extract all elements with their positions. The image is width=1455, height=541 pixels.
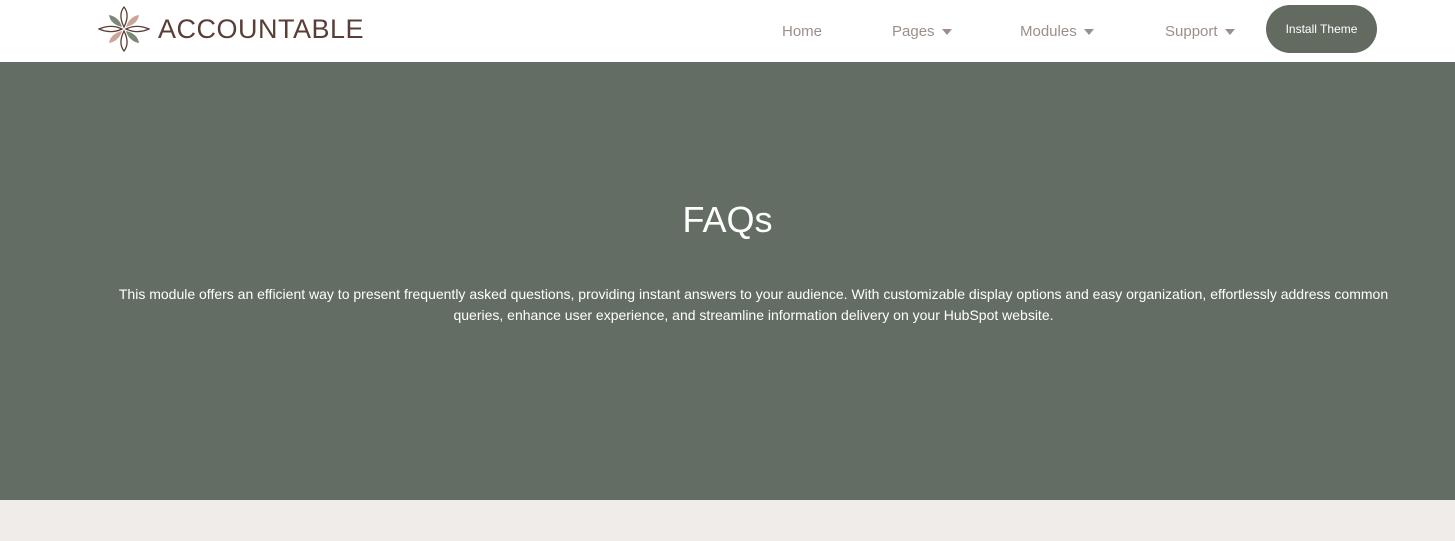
nav-item-label: Support bbox=[1165, 22, 1218, 40]
caret-down-icon bbox=[1083, 28, 1094, 35]
nav-item-label: Modules bbox=[1020, 22, 1077, 40]
site-header: ACCOUNTABLE Home Pages Modules Support I… bbox=[0, 0, 1455, 62]
nav-item-modules[interactable]: Modules bbox=[1020, 23, 1094, 40]
caret-down-icon bbox=[1224, 28, 1235, 35]
install-theme-button[interactable]: Install Theme bbox=[1266, 5, 1377, 53]
brand-logo[interactable]: ACCOUNTABLE bbox=[98, 5, 364, 53]
page-title: FAQs bbox=[682, 199, 773, 240]
nav-item-home[interactable]: Home bbox=[782, 23, 822, 40]
nav-item-support[interactable]: Support bbox=[1165, 23, 1235, 40]
brand-name: ACCOUNTABLE bbox=[158, 13, 365, 44]
content-area bbox=[0, 500, 1455, 541]
nav-item-pages[interactable]: Pages bbox=[892, 23, 952, 40]
caret-down-icon bbox=[941, 28, 952, 35]
flower-logo-icon bbox=[98, 5, 150, 53]
nav-item-label: Pages bbox=[892, 22, 935, 40]
nav-item-label: Home bbox=[782, 22, 823, 40]
hero-description: This module offers an efficient way to p… bbox=[118, 286, 1389, 323]
hero-section: FAQs This module offers an efficient way… bbox=[0, 62, 1455, 500]
